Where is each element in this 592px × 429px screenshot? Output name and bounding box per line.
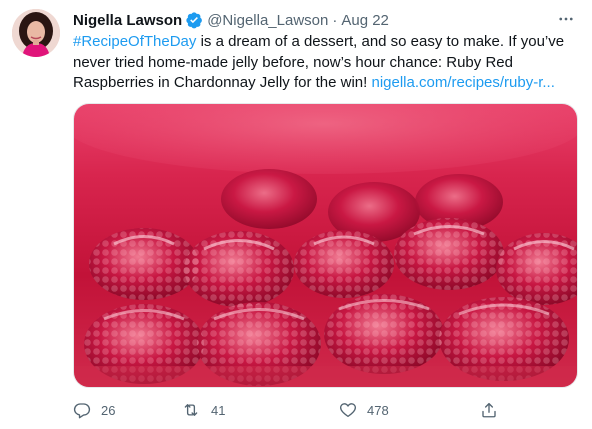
tweet-header: Nigella Lawson @Nigella_Lawson · Aug 22 [73, 10, 578, 30]
author-name[interactable]: Nigella Lawson [73, 12, 182, 29]
author-handle[interactable]: @Nigella_Lawson [207, 12, 328, 29]
like-button[interactable]: 478 [339, 398, 389, 422]
reply-button[interactable]: 26 [73, 398, 115, 422]
verified-badge-icon [185, 11, 203, 29]
reply-icon [73, 401, 91, 419]
hashtag-link[interactable]: #RecipeOfTheDay [73, 33, 196, 50]
reply-count: 26 [101, 402, 116, 418]
separator-dot: · [332, 11, 338, 29]
tweet-text: #RecipeOfTheDay is a dream of a dessert,… [73, 32, 578, 94]
tweet-date[interactable]: Aug 22 [341, 12, 389, 29]
heart-icon [339, 401, 357, 419]
retweet-icon [181, 401, 201, 419]
share-icon [480, 401, 498, 419]
tweet[interactable]: Nigella Lawson @Nigella_Lawson · Aug 22 … [0, 0, 592, 429]
tweet-image[interactable] [73, 103, 578, 388]
retweet-count: 41 [211, 402, 226, 418]
avatar[interactable] [12, 9, 60, 57]
retweet-button[interactable]: 41 [181, 398, 225, 422]
tweet-actions: 26 41 478 [73, 398, 503, 422]
recipe-link[interactable]: nigella.com/recipes/ruby-r... [371, 74, 554, 91]
like-count: 478 [367, 402, 389, 418]
more-icon[interactable] [554, 8, 578, 30]
share-button[interactable] [480, 398, 498, 422]
